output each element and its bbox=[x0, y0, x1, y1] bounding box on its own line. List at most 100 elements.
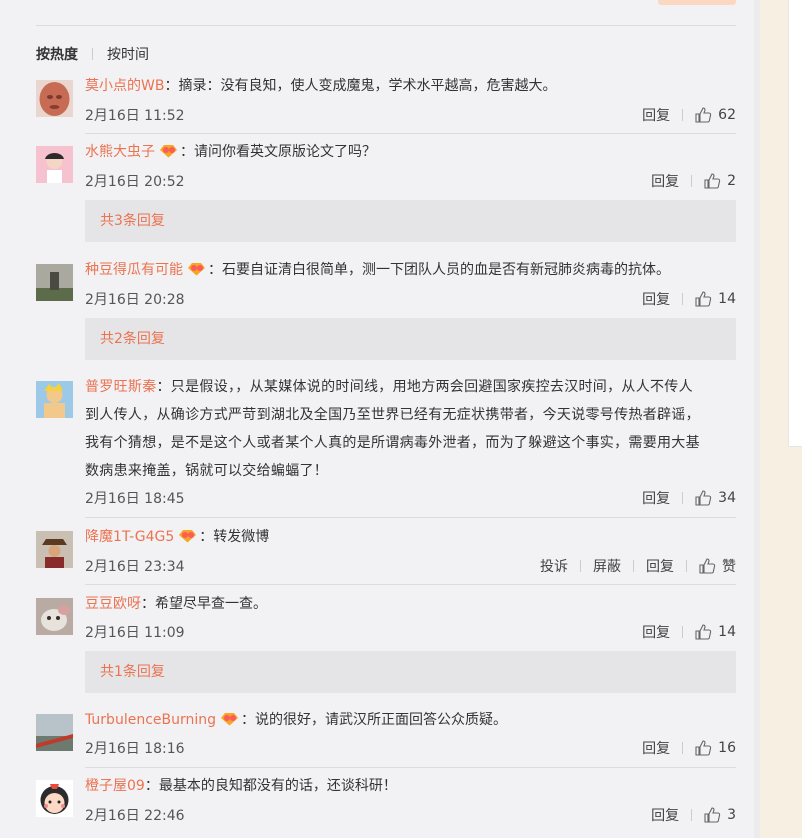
sort-bar: 按热度 按时间 bbox=[36, 44, 149, 64]
sort-by-hot[interactable]: 按热度 bbox=[36, 44, 78, 64]
comment-submit-button[interactable] bbox=[658, 0, 736, 5]
like-count: 34 bbox=[718, 490, 736, 506]
vip-badge-icon bbox=[219, 708, 241, 726]
like-count: 3 bbox=[727, 807, 736, 823]
username-link[interactable]: 豆豆欧呀 bbox=[85, 596, 141, 612]
sort-by-time[interactable]: 按时间 bbox=[107, 44, 149, 64]
report-button[interactable]: 投诉 bbox=[540, 556, 568, 576]
username-link[interactable]: 普罗旺斯秦 bbox=[85, 379, 157, 395]
right-sidebar-card bbox=[788, 0, 802, 447]
avatar[interactable] bbox=[36, 146, 73, 183]
comment-actions: 回复 16 bbox=[642, 738, 736, 758]
like-button[interactable]: 赞 bbox=[699, 556, 736, 576]
reply-button[interactable]: 回复 bbox=[642, 289, 670, 309]
comment-divider bbox=[85, 584, 736, 585]
like-button[interactable]: 3 bbox=[704, 807, 736, 823]
reply-button[interactable]: 回复 bbox=[642, 105, 670, 125]
username-link[interactable]: 降魔1T-G4G5 bbox=[85, 529, 174, 545]
thumbs-up-icon bbox=[695, 624, 712, 640]
avatar[interactable] bbox=[36, 598, 73, 635]
reply-button[interactable]: 回复 bbox=[642, 488, 670, 508]
like-button[interactable]: 2 bbox=[704, 173, 736, 189]
reply-button[interactable]: 回复 bbox=[651, 805, 679, 825]
comment-text: ：摘录：没有良知，使人变成魔鬼，学术水平越高，危害越大。 bbox=[164, 78, 557, 94]
comment-time: 2月16日 11:09 bbox=[85, 625, 185, 641]
avatar[interactable] bbox=[36, 381, 73, 418]
thumbs-up-icon bbox=[695, 490, 712, 506]
avatar[interactable] bbox=[36, 531, 73, 568]
avatar[interactable] bbox=[36, 80, 73, 117]
username-link[interactable]: 种豆得瓜有可能 bbox=[85, 262, 183, 278]
like-count: 14 bbox=[718, 624, 736, 640]
comment-text-line: TurbulenceBurning ：说的很好，请武汉所正面回答公众质疑。 bbox=[85, 706, 507, 734]
comment-text-line: 豆豆欧呀：希望尽早查一查。 bbox=[85, 590, 267, 618]
reply-button[interactable]: 回复 bbox=[642, 738, 670, 758]
thumbs-up-icon bbox=[704, 807, 721, 823]
comment-item: 豆豆欧呀：希望尽早查一查。 2月16日 11:09 回复 14 共1条回复 bbox=[36, 590, 736, 700]
comment-text-line: 降魔1T-G4G5 ：转发微博 bbox=[85, 523, 269, 551]
comment-text-line: 水熊大虫子 ：请问你看英文原版论文了吗？ bbox=[85, 138, 376, 166]
comment-divider bbox=[85, 767, 736, 768]
thumbs-up-icon bbox=[695, 107, 712, 123]
comment-text: ：说的很好，请武汉所正面回答公众质疑。 bbox=[241, 712, 508, 728]
like-button[interactable]: 62 bbox=[695, 107, 736, 123]
username-link[interactable]: 水熊大虫子 bbox=[85, 144, 155, 160]
comment-divider bbox=[85, 517, 736, 518]
comment-text: ：转发微博 bbox=[199, 529, 270, 545]
vip-badge-icon bbox=[177, 525, 199, 543]
avatar[interactable] bbox=[36, 780, 73, 817]
comment-text: ：请问你看英文原版论文了吗？ bbox=[180, 144, 376, 160]
like-button[interactable]: 16 bbox=[695, 740, 736, 756]
comment-item: 种豆得瓜有可能 ：石要自证清白很简单，测一下团队人员的血是否有新冠肺炎病毒的抗体。… bbox=[36, 256, 736, 366]
comment-text-block: 普罗旺斯秦：只是假设，，从某媒体说的时间线，用地方两会回避国家疾控去汉时间，从人… bbox=[85, 373, 736, 485]
action-separator bbox=[682, 492, 684, 504]
avatar[interactable] bbox=[36, 264, 73, 301]
comment-item: 水熊大虫子 ：请问你看英文原版论文了吗？ 2月16日 20:52 回复 2 共3条… bbox=[36, 138, 736, 248]
reply-button[interactable]: 回复 bbox=[642, 622, 670, 642]
like-button[interactable]: 14 bbox=[695, 624, 736, 640]
comment-actions: 回复 34 bbox=[642, 488, 736, 508]
top-divider bbox=[36, 25, 736, 26]
block-button[interactable]: 屏蔽 bbox=[593, 556, 621, 576]
thumbs-up-icon bbox=[699, 558, 716, 574]
reply-button[interactable]: 回复 bbox=[651, 171, 679, 191]
action-separator bbox=[682, 742, 684, 754]
comment-item: TurbulenceBurning ：说的很好，请武汉所正面回答公众质疑。 2月1… bbox=[36, 706, 736, 768]
comment-actions: 回复 2 bbox=[651, 171, 736, 191]
comment-actions: 回复 62 bbox=[642, 105, 736, 125]
thumbs-up-icon bbox=[704, 173, 721, 189]
username-link[interactable]: TurbulenceBurning bbox=[85, 712, 216, 728]
action-separator bbox=[691, 175, 693, 187]
comment-divider bbox=[85, 133, 736, 134]
like-count: 16 bbox=[718, 740, 736, 756]
avatar[interactable] bbox=[36, 714, 73, 751]
comment-actions: 回复 3 bbox=[651, 805, 736, 825]
action-separator bbox=[580, 560, 581, 572]
action-separator bbox=[682, 293, 684, 305]
reply-button[interactable]: 回复 bbox=[646, 556, 674, 576]
thumbs-up-icon bbox=[695, 740, 712, 756]
comment-time: 2月16日 18:45 bbox=[85, 491, 185, 507]
comment-text: ：最基本的良知都没有的话，还谈科研！ bbox=[144, 778, 397, 794]
view-replies-link[interactable]: 共1条回复 bbox=[85, 651, 736, 693]
view-replies-link[interactable]: 共3条回复 bbox=[85, 200, 736, 242]
comment-text-line-4: 数病患来掩盖，锅就可以交给蝙蝠了！ bbox=[85, 463, 329, 479]
sort-separator bbox=[92, 48, 93, 60]
like-button[interactable]: 14 bbox=[695, 291, 736, 307]
action-separator bbox=[633, 560, 634, 572]
comment-time: 2月16日 20:52 bbox=[85, 174, 185, 190]
comment-time: 2月16日 11:52 bbox=[85, 108, 185, 124]
username-link[interactable]: 橙子屋09 bbox=[85, 778, 145, 794]
comment-time: 2月16日 22:46 bbox=[85, 808, 185, 824]
vip-badge-icon bbox=[186, 258, 208, 276]
like-button[interactable]: 34 bbox=[695, 490, 736, 506]
comment-time: 2月16日 18:16 bbox=[85, 741, 185, 757]
comment-actions: 回复 14 bbox=[642, 289, 736, 309]
comment-time: 2月16日 23:34 bbox=[85, 559, 185, 575]
comment-text: ：石要自证清白很简单，测一下团队人员的血是否有新冠肺炎病毒的抗体。 bbox=[208, 262, 670, 278]
action-separator bbox=[682, 626, 684, 638]
username-link[interactable]: 莫小点的WB bbox=[85, 78, 164, 94]
comment-item: 降魔1T-G4G5 ：转发微博 2月16日 23:34 投诉 屏蔽 回复 赞 bbox=[36, 523, 736, 585]
view-replies-link[interactable]: 共2条回复 bbox=[85, 318, 736, 360]
vip-badge-icon bbox=[158, 140, 180, 158]
